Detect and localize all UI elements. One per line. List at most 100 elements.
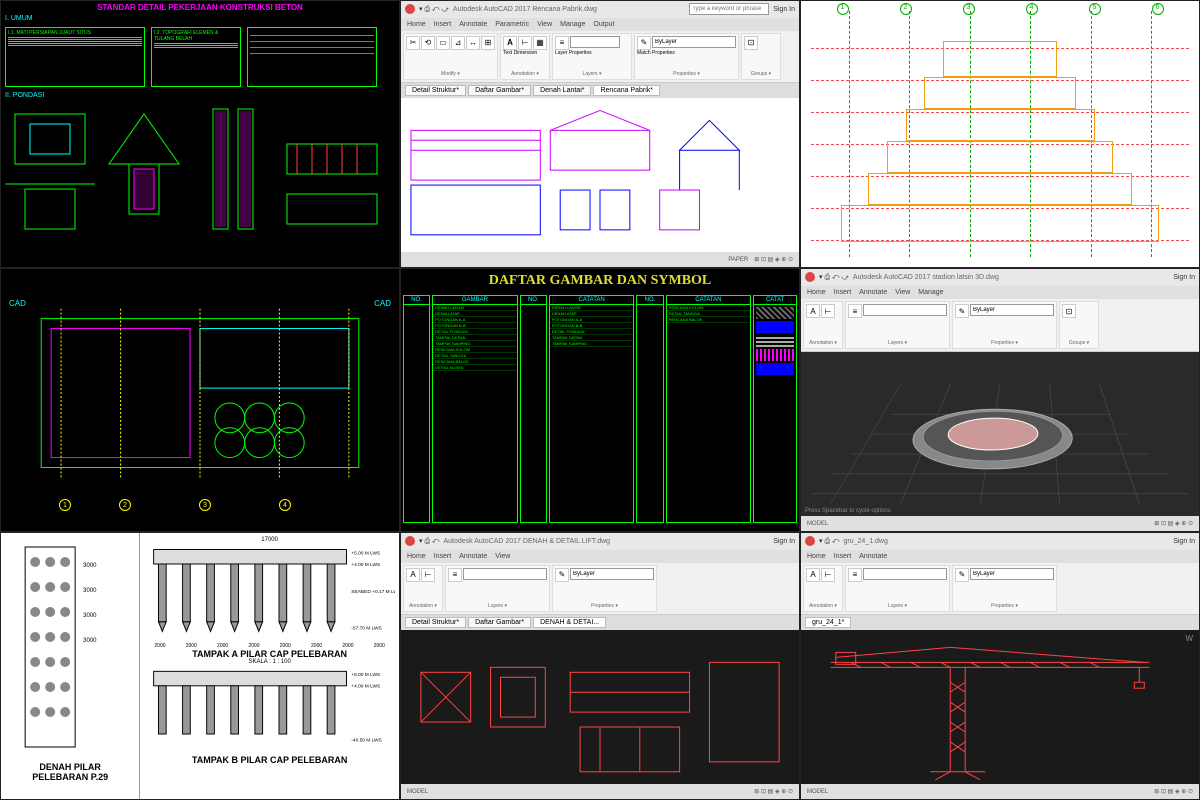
svg-text:+4.00 M LWS: +4.00 M LWS bbox=[352, 684, 381, 690]
quick-access-icons[interactable]: ▾ ⎙ ⤺ ⤻ bbox=[419, 5, 449, 14]
status-bar: MODEL⊞ ⊡ ▤ ◈ ⊕ ⊙ bbox=[801, 784, 1199, 799]
svg-text:3000: 3000 bbox=[83, 588, 97, 594]
app-title: Autodesk AutoCAD 2017 Rencana Pabrik.dwg bbox=[453, 6, 597, 13]
quick-access-icons[interactable]: ▾ ⎙ ⤺ ⤻ bbox=[819, 273, 849, 282]
tab-parametric[interactable]: Parametric bbox=[495, 21, 529, 28]
cad-logo: CAD bbox=[374, 299, 391, 308]
text-icon[interactable]: A bbox=[503, 36, 517, 50]
status-bar: PAPER ⊞ ⊡ ▤ ◈ ⊕ ⊙ bbox=[401, 252, 799, 267]
table-icon[interactable]: ▦ bbox=[533, 36, 547, 50]
section-heading-2: II. PONDASI bbox=[1, 91, 399, 100]
cad-logo: CAD bbox=[9, 299, 26, 308]
foundation-detail-3 bbox=[193, 104, 273, 234]
ribbon: ✂⟲▭⊿↔⊞ Modify ▾ A⊢▦ Text Dimension Annot… bbox=[401, 31, 799, 83]
ribbon-tabs[interactable]: Home Insert Annotate Parametric View Man… bbox=[401, 18, 799, 31]
table-col-no: NO. bbox=[403, 295, 430, 523]
tool-icon[interactable]: ✂ bbox=[406, 36, 420, 50]
status-bar: MODEL ⊞ ⊡ ▤ ◈ ⊕ ⊙ bbox=[801, 516, 1199, 531]
app-icon bbox=[405, 4, 415, 14]
tool-icon[interactable]: ⊿ bbox=[451, 36, 465, 50]
dim-text: 3000 bbox=[83, 563, 97, 569]
view-title: DENAH PILAR bbox=[5, 762, 135, 772]
floor-plan-canvas[interactable] bbox=[1, 269, 399, 531]
search-input[interactable] bbox=[689, 3, 769, 15]
layer-dropdown[interactable] bbox=[570, 36, 620, 48]
doc-tab[interactable]: Denah Lantai* bbox=[533, 85, 591, 96]
tool-icon[interactable]: ⟲ bbox=[421, 36, 435, 50]
group-icon[interactable]: ⊡ bbox=[744, 36, 758, 50]
tab-view[interactable]: View bbox=[537, 21, 552, 28]
tile-cad-floor-plan: CAD CAD 1 2 3 4 bbox=[0, 268, 400, 532]
ribbon: A⊢Annotation ▾ ≡Layers ▾ ✎Properties ▾ ⊡… bbox=[801, 299, 1199, 352]
ribbon-tabs[interactable]: HomeInsertAnnotate bbox=[801, 550, 1199, 563]
table-col-gambar: GAMBAR DENAH LANTAIDENAH ATAPPOTONGAN A-… bbox=[432, 295, 518, 523]
wcs-label: W bbox=[1185, 634, 1193, 643]
dimension-icon[interactable]: ⊢ bbox=[518, 36, 532, 50]
grid-bubble: 1 bbox=[837, 3, 849, 15]
drawing-canvas[interactable]: W bbox=[801, 630, 1199, 784]
svg-text:3000: 3000 bbox=[83, 638, 97, 644]
ribbon-group-modify: ✂⟲▭⊿↔⊞ Modify ▾ bbox=[403, 33, 498, 80]
group-label: Annotation ▾ bbox=[503, 71, 547, 77]
ribbon-group-layers: ≡ Layer Properties Layers ▾ bbox=[552, 33, 632, 80]
svg-text:+5.00 M LWS: +5.00 M LWS bbox=[352, 672, 381, 678]
tool-icon[interactable]: ↔ bbox=[466, 36, 480, 50]
tab-insert[interactable]: Insert bbox=[434, 21, 452, 28]
section-heading-1: I. UMUM bbox=[1, 14, 399, 23]
sheet-title: DAFTAR GAMBAR DAN SYMBOL bbox=[401, 269, 799, 293]
drawing-canvas[interactable] bbox=[401, 98, 799, 252]
doc-tab[interactable]: Rencana Pabrik* bbox=[593, 85, 660, 96]
tool-icon[interactable]: A bbox=[806, 304, 820, 318]
tab-home[interactable]: Home bbox=[407, 21, 426, 28]
ribbon-group-properties: ✎ Match Properties Properties ▾ bbox=[634, 33, 739, 80]
tool-icon[interactable]: ≡ bbox=[848, 304, 862, 318]
ribbon-tabs[interactable]: HomeInsertAnnotateViewManage bbox=[801, 286, 1199, 299]
space-toggle[interactable]: PAPER bbox=[728, 257, 748, 263]
tile-pilar-drawing: 3000300030003000 DENAH PILAR PELEBARAN P… bbox=[0, 532, 400, 800]
title-bar: ▾ ⎙ ⤺ gru_24_1.dwg Sign In bbox=[801, 533, 1199, 550]
tab-output[interactable]: Output bbox=[593, 21, 614, 28]
svg-text:SEABED +0.17 M LWS: SEABED +0.17 M LWS bbox=[352, 589, 395, 595]
grid-bubble: 3 bbox=[963, 3, 975, 15]
ribbon-tabs[interactable]: HomeInsertAnnotateView bbox=[401, 550, 799, 563]
tile-section-drawing: 1 2 3 4 5 6 bbox=[800, 0, 1200, 268]
view-title: TAMPAK B PILAR CAP PELEBARAN bbox=[144, 755, 395, 765]
table-col-symbol: CATAT bbox=[753, 295, 797, 523]
view-title: PELEBARAN P.29 bbox=[5, 772, 135, 782]
doc-tab[interactable]: Detail Struktur* bbox=[405, 85, 466, 96]
command-hint: Press Spacebar to cycle options bbox=[805, 508, 891, 514]
tool-icon[interactable]: ⊢ bbox=[821, 304, 835, 318]
signin-link[interactable]: Sign In bbox=[1173, 274, 1195, 281]
foundation-detail-2 bbox=[99, 104, 189, 234]
table-col-no3: NO. bbox=[636, 295, 663, 523]
status-icons[interactable]: ⊞ ⊡ ▤ ◈ ⊕ ⊙ bbox=[754, 256, 793, 263]
tampak-b: +5.00 M LWS +4.00 M LWS -40.50 M LWS bbox=[144, 665, 395, 750]
drawing-canvas[interactable] bbox=[401, 630, 799, 784]
view-title: TAMPAK A PILAR CAP PELEBARAN bbox=[144, 649, 395, 659]
tool-icon[interactable]: ⊞ bbox=[481, 36, 495, 50]
signin-link[interactable]: Sign In bbox=[773, 6, 795, 13]
tool-icon[interactable]: ▭ bbox=[436, 36, 450, 50]
tool-icon[interactable]: ⊡ bbox=[1062, 304, 1076, 318]
tab-annotate[interactable]: Annotate bbox=[459, 21, 487, 28]
tab-manage[interactable]: Manage bbox=[560, 21, 585, 28]
drawing-area[interactable]: 1 2 3 4 5 6 bbox=[811, 11, 1189, 257]
bylayer-dropdown[interactable] bbox=[652, 36, 736, 48]
tool-icon[interactable]: ✎ bbox=[955, 304, 969, 318]
3d-canvas[interactable]: Press Spacebar to cycle options bbox=[801, 352, 1199, 516]
match-icon[interactable]: ✎ bbox=[637, 36, 651, 50]
svg-text:-40.50 M LWS: -40.50 M LWS bbox=[352, 738, 382, 744]
layer-props-icon[interactable]: ≡ bbox=[555, 36, 569, 50]
group-label: Groups ▾ bbox=[744, 71, 778, 77]
ribbon-group-groups: ⊡ Groups ▾ bbox=[741, 33, 781, 80]
ribbon: A⊢Annotation ▾ ≡Layers ▾ ✎Properties ▾ bbox=[401, 563, 799, 615]
app-icon bbox=[805, 536, 815, 546]
doc-tab[interactable]: Daftar Gambar* bbox=[468, 85, 531, 96]
status-icons[interactable]: ⊞ ⊡ ▤ ◈ ⊕ ⊙ bbox=[1154, 520, 1193, 527]
document-tabs: Detail Struktur*Daftar Gambar*DENAH & DE… bbox=[401, 615, 799, 630]
document-tabs: gru_24_1* bbox=[801, 615, 1199, 630]
grid-bubble: 4 bbox=[1026, 3, 1038, 15]
svg-text:-57.70 M LWS: -57.70 M LWS bbox=[352, 626, 382, 632]
title-bar: ▾ ⎙ ⤺ Autodesk AutoCAD 2017 DENAH & DETA… bbox=[401, 533, 799, 550]
model-toggle[interactable]: MODEL bbox=[807, 521, 828, 527]
